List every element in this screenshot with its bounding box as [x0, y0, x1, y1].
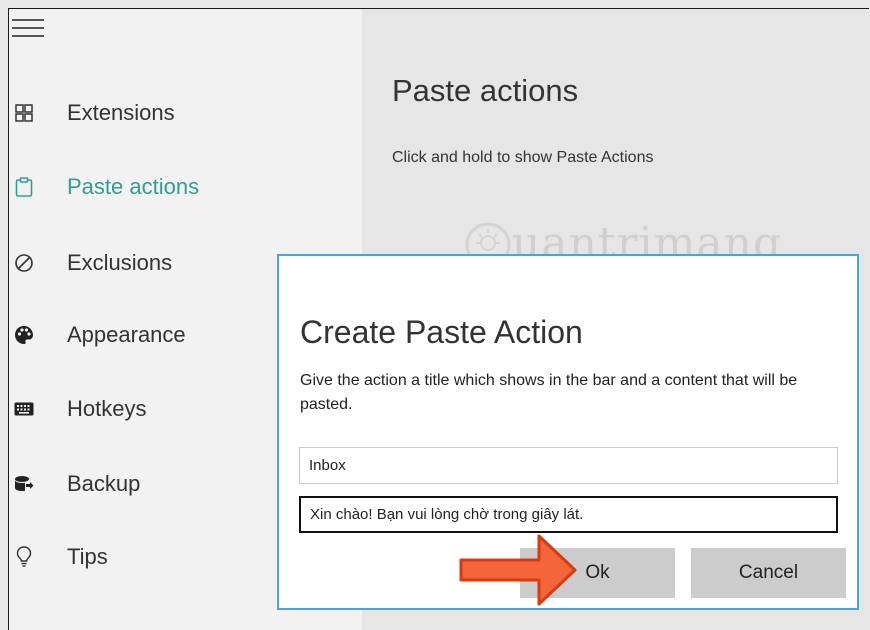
- prohibited-icon: [12, 251, 36, 275]
- page-title: Paste actions: [392, 73, 579, 108]
- sidebar-item-label: Backup: [67, 471, 141, 496]
- palette-icon: [12, 323, 36, 347]
- sidebar-item-label: Exclusions: [67, 250, 173, 275]
- extensions-icon: [12, 101, 36, 125]
- cancel-button[interactable]: Cancel: [691, 548, 846, 598]
- sidebar-item-label: Appearance: [67, 322, 186, 347]
- sidebar-item-label: Extensions: [67, 100, 175, 125]
- sidebar-item-label: Paste actions: [67, 174, 200, 199]
- dialog-title: Create Paste Action: [300, 314, 583, 350]
- hamburger-menu-icon[interactable]: [12, 19, 46, 43]
- dialog-description: Give the action a title which shows in t…: [300, 372, 798, 413]
- sidebar-item-extensions[interactable]: Extensions: [9, 87, 362, 139]
- title-input[interactable]: Inbox: [299, 447, 838, 484]
- keyboard-icon: [12, 397, 36, 421]
- lightbulb-icon: [12, 545, 36, 569]
- sidebar-item-label: Hotkeys: [67, 396, 147, 421]
- sidebar-item-label: Tips: [67, 544, 108, 569]
- page-description: Click and hold to show Paste Actions: [392, 149, 654, 166]
- clipboard-icon: [12, 175, 36, 199]
- backup-icon: [12, 472, 36, 496]
- sidebar-item-paste-actions[interactable]: Paste actions: [9, 161, 362, 213]
- annotation-arrow-icon: [459, 534, 577, 606]
